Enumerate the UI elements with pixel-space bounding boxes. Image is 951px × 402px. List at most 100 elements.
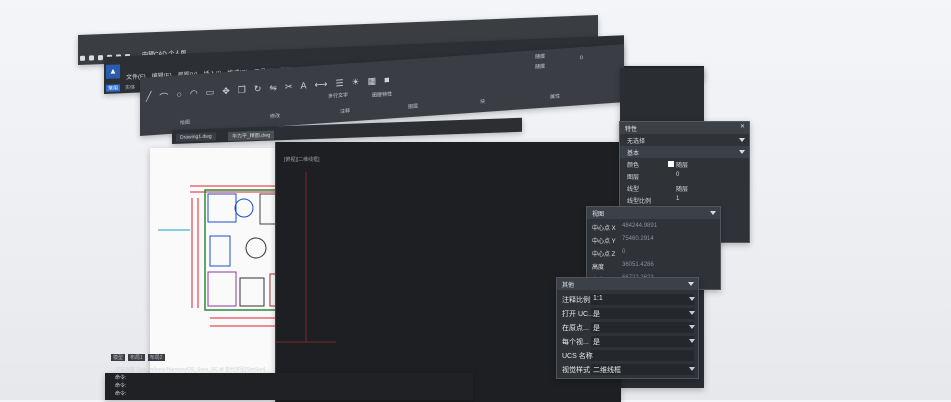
- file-tab-active[interactable]: 华为平_精图.dwg: [228, 130, 275, 142]
- other-value-box[interactable]: [591, 350, 694, 361]
- trim-tool-icon[interactable]: ✂: [285, 81, 293, 95]
- layer-tool-icon[interactable]: ☰: [335, 78, 343, 92]
- group-annotate: 注释: [340, 108, 351, 116]
- collapse-icon: [688, 282, 694, 286]
- open-file-icon[interactable]: [89, 55, 94, 61]
- circle-tool-icon[interactable]: ○: [176, 89, 181, 102]
- group-modify: 修改: [270, 113, 281, 120]
- room-bath: [259, 193, 293, 225]
- block-tool-icon[interactable]: ▦: [368, 75, 377, 89]
- chevron-down-icon[interactable]: [689, 339, 695, 343]
- property-label: 颜色: [627, 163, 640, 169]
- view-title: 视图: [592, 212, 605, 218]
- selection-dropdown[interactable]: 无选择: [620, 134, 749, 146]
- color-dropdown[interactable]: 随层: [535, 53, 545, 61]
- floor-plan-drawing: [158, 185, 315, 327]
- property-value: 1: [676, 196, 680, 202]
- save-icon[interactable]: [98, 55, 103, 61]
- layout-tab[interactable]: 模型: [111, 354, 126, 361]
- layout-tab[interactable]: 布局2: [147, 354, 165, 361]
- bulb-icon[interactable]: ☀: [352, 77, 360, 91]
- other-label: 打开 UC...: [562, 311, 594, 318]
- other-value-box[interactable]: [591, 308, 694, 319]
- file-tab-drawing1[interactable]: Drawing1.dwg: [176, 132, 216, 142]
- other-label: 注释比例: [562, 297, 590, 304]
- view-header[interactable]: 视图: [587, 207, 720, 219]
- other-label: 视觉样式: [562, 367, 590, 374]
- collapse-icon: [710, 211, 716, 215]
- other-title: 其他: [562, 283, 575, 289]
- other-row[interactable]: 视觉样式 二维线框: [557, 363, 698, 376]
- other-row[interactable]: 每个视... 是: [557, 335, 698, 348]
- rectangle-tool-icon[interactable]: ▭: [206, 87, 215, 101]
- view-label: 高度: [592, 265, 605, 271]
- section-basic[interactable]: 基本: [620, 146, 749, 158]
- other-value: 是: [593, 325, 600, 332]
- other-header[interactable]: 其他: [557, 278, 698, 290]
- view-value: 484244.9891: [622, 223, 658, 229]
- mtext-label: 多行文字: [328, 92, 349, 100]
- dimension-tool-icon[interactable]: ⟷: [315, 79, 328, 93]
- property-label: 线型比例: [627, 199, 652, 205]
- arc-tool-icon[interactable]: ◠: [190, 88, 198, 102]
- view-row[interactable]: 中心点 Z 0: [587, 247, 720, 259]
- linetype-dropdown[interactable]: 随层: [535, 63, 545, 71]
- polyline-tool-icon[interactable]: ⌒: [159, 90, 168, 104]
- copy-tool-icon[interactable]: ❐: [238, 85, 246, 99]
- mtext-tool-icon[interactable]: A: [301, 80, 307, 93]
- view-row[interactable]: 中心点 X 484244.9891: [587, 221, 720, 233]
- ribbon-tab[interactable]: 实体: [125, 84, 135, 91]
- chevron-down-icon[interactable]: [689, 325, 695, 329]
- view-value: 0: [622, 249, 626, 255]
- layout-tab[interactable]: 布局1: [128, 354, 145, 361]
- command-line: 正在加载 System/fonts/HarmonyOS_Sans_SC.ttf …: [115, 367, 267, 373]
- property-row[interactable]: 线型 随层: [620, 182, 749, 194]
- group-layer: 图层: [408, 103, 419, 111]
- mirror-tool-icon[interactable]: ⇋: [269, 82, 277, 96]
- other-value: 是: [593, 311, 600, 318]
- property-label: 线型: [627, 187, 640, 193]
- other-row[interactable]: UCS 名称: [557, 349, 698, 362]
- new-file-icon[interactable]: [80, 55, 85, 61]
- property-row[interactable]: 颜色 随层: [620, 158, 749, 170]
- view-label: 中心点 X: [592, 226, 616, 232]
- layer-dropdown[interactable]: 0: [580, 55, 583, 61]
- rotate-tool-icon[interactable]: ↻: [254, 84, 262, 98]
- chevron-down-icon[interactable]: [689, 297, 695, 301]
- other-value: 是: [593, 339, 600, 346]
- view-row[interactable]: 中心点 Y 75460.2914: [587, 234, 720, 246]
- room-bedroom2: [207, 271, 237, 307]
- other-row[interactable]: 注释比例 1:1: [557, 293, 698, 306]
- close-icon[interactable]: ✕: [740, 123, 745, 130]
- section-basic-label: 基本: [627, 151, 640, 157]
- app-logo-icon[interactable]: ▲: [106, 64, 120, 79]
- move-tool-icon[interactable]: ✥: [222, 86, 230, 100]
- room-kitchen: [209, 235, 231, 267]
- other-label: UCS 名称: [562, 353, 593, 360]
- view-label: 中心点 Z: [592, 252, 616, 258]
- group-props: 属性: [550, 93, 561, 101]
- chevron-down-icon: [739, 138, 745, 142]
- group-block: 块: [480, 98, 486, 106]
- property-value: 随层: [676, 187, 689, 193]
- color-swatch-icon[interactable]: ■: [384, 75, 389, 88]
- command-panel: 模型 布局1 布局2 正在加载 System/fonts/HarmonyOS_San…: [105, 352, 275, 400]
- ribbon-tab[interactable]: 常用: [106, 84, 121, 92]
- line-tool-icon[interactable]: ╱: [146, 91, 151, 104]
- other-label: 每个视...: [562, 339, 589, 346]
- other-value-box[interactable]: [591, 336, 694, 347]
- other-label: 在原点...: [562, 325, 589, 332]
- chevron-down-icon[interactable]: [689, 367, 695, 371]
- property-row[interactable]: 图层 0: [620, 170, 749, 182]
- model-space[interactable]: [150, 148, 315, 378]
- other-row[interactable]: 在原点... 是: [557, 321, 698, 334]
- property-row[interactable]: 线型比例 1: [620, 194, 749, 206]
- round-table: [234, 198, 254, 218]
- chevron-down-icon[interactable]: [689, 311, 695, 315]
- other-row[interactable]: 打开 UC... 是: [557, 307, 698, 320]
- room-bedroom: [207, 193, 237, 223]
- other-value-box[interactable]: [591, 322, 694, 333]
- command-line: 命令:: [115, 375, 127, 381]
- view-row[interactable]: 高度 36051.4286: [587, 260, 720, 272]
- other-value-box[interactable]: [591, 294, 694, 305]
